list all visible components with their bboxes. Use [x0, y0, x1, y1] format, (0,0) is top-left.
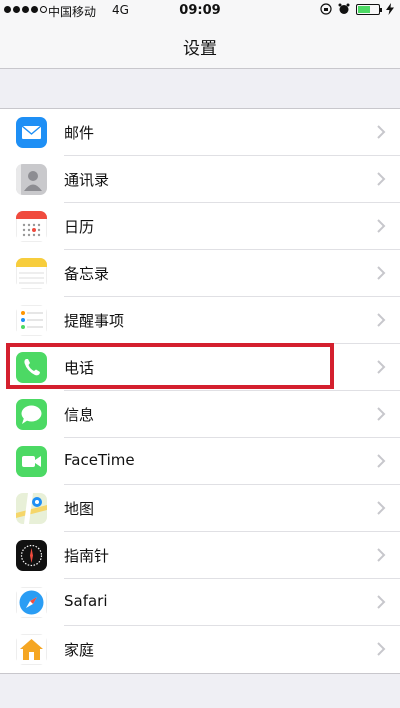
chevron-right-icon — [377, 595, 386, 609]
rotation-lock-icon — [320, 3, 332, 15]
settings-row-safari[interactable]: Safari — [0, 579, 400, 626]
settings-row-contacts[interactable]: 通讯录 — [0, 156, 400, 203]
nav-bar: 设置 — [0, 22, 400, 69]
settings-row-compass[interactable]: 指南针 — [0, 532, 400, 579]
row-label: 地图 — [64, 500, 95, 518]
settings-row-maps[interactable]: 地图 — [0, 485, 400, 532]
battery-icon — [356, 3, 382, 15]
status-bar: 中国移动 4G 09:09 — [0, 0, 400, 22]
calendar-icon — [16, 211, 47, 242]
chevron-right-icon — [377, 125, 386, 139]
chevron-right-icon — [377, 454, 386, 468]
row-label: 提醒事项 — [64, 312, 125, 330]
chevron-right-icon — [377, 360, 386, 374]
safari-icon — [16, 587, 47, 618]
chevron-right-icon — [377, 219, 386, 233]
row-label: 日历 — [64, 218, 95, 236]
settings-list: 邮件 通讯录 日历 备忘录 提醒事项 电话 信息 FaceTime 地图 指南针… — [0, 108, 400, 674]
charging-bolt-icon — [386, 3, 394, 15]
chevron-right-icon — [377, 266, 386, 280]
chevron-right-icon — [377, 313, 386, 327]
chevron-right-icon — [377, 642, 386, 656]
settings-row-calendar[interactable]: 日历 — [0, 203, 400, 250]
settings-row-reminders[interactable]: 提醒事项 — [0, 297, 400, 344]
row-label: 指南针 — [64, 547, 110, 565]
settings-row-home[interactable]: 家庭 — [0, 626, 400, 673]
reminders-icon — [16, 305, 47, 336]
maps-icon — [16, 493, 47, 524]
notes-icon — [16, 258, 47, 289]
row-label: 信息 — [64, 406, 95, 424]
row-label: Safari — [64, 592, 108, 610]
row-label: 家庭 — [64, 641, 95, 659]
row-label: 邮件 — [64, 124, 95, 142]
row-label: 备忘录 — [64, 265, 110, 283]
compass-icon — [16, 540, 47, 571]
row-label: FaceTime — [64, 451, 135, 469]
messages-icon — [16, 399, 47, 430]
contacts-icon — [16, 164, 47, 195]
chevron-right-icon — [377, 172, 386, 186]
chevron-right-icon — [377, 407, 386, 421]
settings-row-messages[interactable]: 信息 — [0, 391, 400, 438]
alarm-icon — [338, 3, 350, 14]
settings-row-facetime[interactable]: FaceTime — [0, 438, 400, 485]
phone-row-highlight-box — [6, 343, 334, 389]
page-title: 设置 — [183, 39, 217, 59]
mail-icon — [16, 117, 47, 148]
chevron-right-icon — [377, 501, 386, 515]
settings-row-notes[interactable]: 备忘录 — [0, 250, 400, 297]
settings-row-mail[interactable]: 邮件 — [0, 109, 400, 156]
row-label: 通讯录 — [64, 171, 110, 189]
home-icon — [16, 634, 47, 665]
facetime-icon — [16, 446, 47, 477]
chevron-right-icon — [377, 548, 386, 562]
